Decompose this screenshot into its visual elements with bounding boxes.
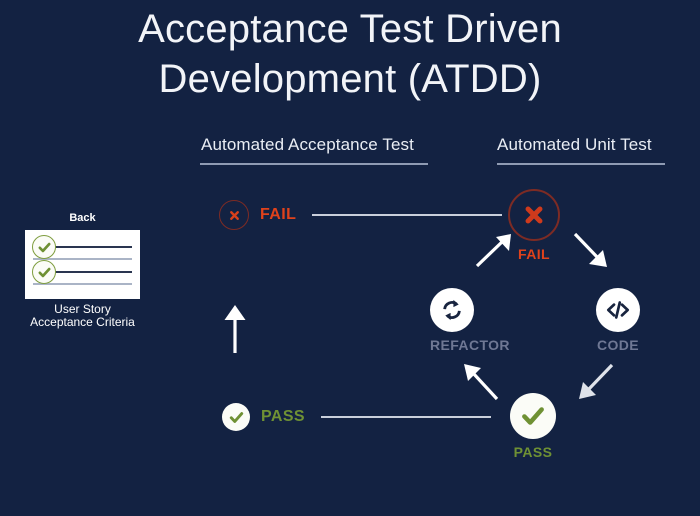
pass-connector-line — [320, 416, 491, 418]
slide-canvas: Acceptance Test Driven Development (ATDD… — [0, 0, 700, 516]
user-story-card — [25, 230, 140, 299]
header-automated-unit-test: Automated Unit Test — [497, 135, 665, 165]
acceptance-pass-row: PASS — [222, 403, 491, 431]
fail-connector-line — [312, 214, 503, 216]
header-acceptance-underline — [200, 163, 428, 165]
card-check-icon-1 — [32, 235, 56, 259]
arrow-down-left-code-to-pass — [579, 363, 614, 399]
acceptance-fail-label: FAIL — [260, 206, 297, 223]
circle-check-icon — [222, 403, 250, 431]
arrow-up-left-pass-to-refactor — [464, 364, 499, 401]
user-story-caption-line-2: Acceptance Criteria — [30, 314, 135, 329]
page-title-line-2: Development (ATDD) — [158, 57, 542, 101]
unit-pass-node: PASS — [510, 393, 556, 460]
back-label: Back — [69, 212, 96, 224]
circle-x-icon — [508, 189, 560, 241]
acceptance-pass-label: PASS — [261, 408, 305, 425]
acceptance-fail-row: FAIL — [219, 200, 503, 230]
code-brackets-icon — [596, 288, 640, 332]
refactor-node: REFACTOR — [430, 288, 510, 353]
header-unit-underline — [497, 163, 665, 165]
card-line-1 — [55, 246, 132, 248]
arrow-up-right-to-fail — [475, 234, 511, 268]
unit-fail-node: FAIL — [508, 189, 560, 262]
code-node: CODE — [596, 288, 640, 353]
circle-check-icon — [510, 393, 556, 439]
arrow-up-left-column — [224, 305, 246, 353]
refresh-cycle-icon — [430, 288, 474, 332]
circle-x-icon — [219, 200, 249, 230]
header-acceptance-label: Automated Acceptance Test — [201, 135, 414, 154]
header-unit-label: Automated Unit Test — [497, 135, 652, 154]
page-title-line-1: Acceptance Test Driven — [138, 7, 562, 51]
user-story-caption: User Story Acceptance Criteria — [20, 303, 145, 328]
header-automated-acceptance-test: Automated Acceptance Test — [200, 135, 428, 165]
user-story-card-group: Back User Story Acceptance Criteria — [20, 212, 145, 328]
unit-fail-label: FAIL — [518, 246, 550, 262]
card-check-icon-2 — [32, 260, 56, 284]
page-title: Acceptance Test Driven Development (ATDD… — [0, 0, 700, 104]
user-story-caption-line-1: User Story — [54, 302, 111, 316]
card-line-3 — [55, 271, 132, 273]
code-label: CODE — [596, 337, 640, 353]
unit-pass-label: PASS — [513, 444, 553, 460]
refactor-label: REFACTOR — [430, 337, 510, 353]
arrow-down-right-fail-to-code — [573, 232, 607, 267]
